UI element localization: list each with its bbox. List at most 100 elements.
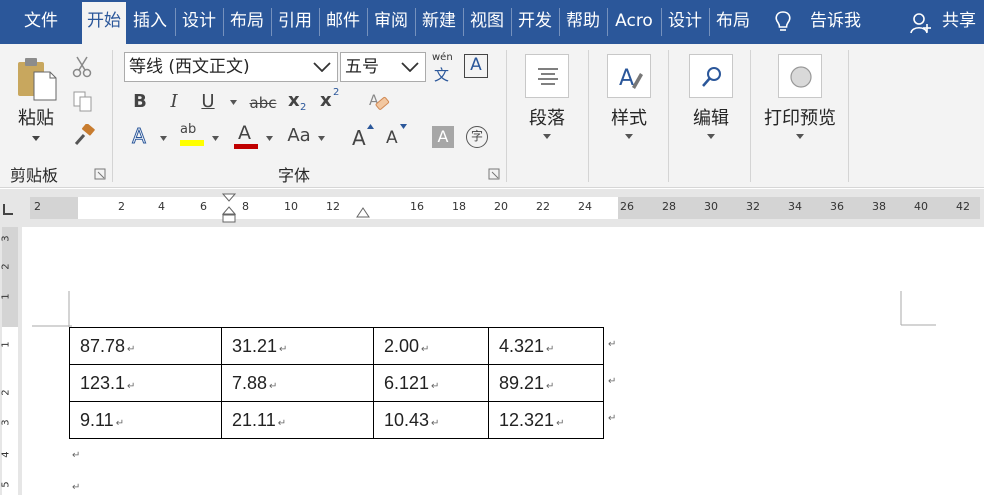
highlight-button[interactable]: ab (180, 122, 208, 148)
table-cell[interactable]: 6.121 ↵ (373, 364, 489, 402)
italic-button[interactable]: I (164, 90, 184, 114)
chevron-down-icon[interactable] (318, 136, 325, 141)
table-cell[interactable]: 87.78 ↵ (69, 327, 222, 365)
paragraph-mark: ↵ (546, 343, 555, 355)
copy-icon[interactable] (72, 90, 94, 112)
dialog-launcher-icon[interactable] (94, 168, 106, 180)
tab-layout[interactable]: 布局 (224, 6, 270, 38)
chevron-down-icon[interactable] (266, 136, 273, 141)
print-preview-button[interactable]: 打印预览 (760, 54, 840, 154)
change-case-button[interactable]: Aa (284, 124, 314, 148)
vertical-ruler-number: 1 (0, 341, 12, 348)
paragraph-mark: ↵ (277, 417, 287, 429)
ruler-number: 12 (326, 200, 340, 213)
vertical-ruler-number: 2 (0, 263, 12, 270)
print-preview-label: 打印预览 (764, 108, 836, 129)
format-painter-icon[interactable] (72, 124, 96, 148)
strikethrough-button[interactable]: abc (248, 91, 278, 115)
grow-font-a: A (352, 126, 366, 150)
chevron-down-icon[interactable] (230, 100, 237, 105)
grow-font-button[interactable]: A (352, 124, 376, 150)
table-cell[interactable]: 7.88 ↵ (221, 364, 374, 402)
font-color-button[interactable]: A (234, 122, 260, 150)
subscript-button[interactable]: x 2 (288, 90, 310, 116)
editing-button[interactable]: 编辑 (680, 54, 742, 154)
paragraph-button[interactable]: 段落 (516, 54, 578, 154)
tab-mailings[interactable]: 邮件 (320, 6, 366, 38)
horizontal-ruler[interactable]: 2 2 4 6 8 10 12 16 18 20 22 24 26 28 30 32 34 36 38 40 42 (30, 193, 980, 223)
tab-references[interactable]: 引用 (272, 6, 318, 38)
user-add-icon (910, 13, 931, 34)
tab-insert[interactable]: 插入 (128, 6, 172, 38)
underline-button[interactable]: U (198, 90, 218, 114)
chevron-down-icon[interactable] (212, 136, 219, 141)
tab-acrobat[interactable]: Acro (608, 6, 660, 38)
tab-table-design[interactable]: 设计 (662, 6, 708, 38)
table-cell[interactable]: 12.321 ↵ (488, 401, 604, 439)
character-border-button[interactable]: A (464, 54, 488, 78)
table-cell[interactable]: 10.43 ↵ (373, 401, 489, 439)
character-shading-button[interactable]: A (432, 126, 454, 148)
table-cell[interactable]: 4.321 ↵ (488, 327, 604, 365)
font-size-value: 五号 (345, 57, 379, 77)
ruler-number: 24 (578, 200, 592, 213)
ruler-number: 4 (158, 200, 165, 213)
paste-button[interactable]: 粘贴 (10, 54, 62, 150)
tab-design[interactable]: 设计 (176, 6, 222, 38)
paragraph-mark: ↵ (127, 343, 136, 355)
tab-file[interactable]: 文件 (0, 6, 82, 38)
table-cell[interactable]: 2.00 ↵ (373, 327, 489, 365)
indent-marker-icon[interactable] (222, 193, 236, 223)
table-cell[interactable]: 9.11 ↵ (69, 401, 222, 439)
phonetic-wen-bottom: 文 (434, 66, 450, 84)
table-cell[interactable]: 123.1 ↵ (69, 364, 222, 402)
tab-table-layout[interactable]: 布局 (710, 6, 756, 38)
tab-new[interactable]: 新建 (416, 6, 462, 38)
styles-button[interactable]: A 样式 (598, 54, 660, 154)
text-effects-button[interactable]: A (128, 124, 150, 149)
row-end-mark: ↵ (608, 339, 617, 350)
group-divider (750, 50, 751, 182)
tab-view[interactable]: 视图 (464, 6, 510, 38)
tab-developer[interactable]: 开发 (512, 6, 558, 38)
table-row: 123.1 ↵ 7.88 ↵ 6.121 ↵ 89.21 ↵ (69, 364, 604, 402)
vertical-ruler[interactable]: 3 2 1 1 2 3 4 5 (0, 227, 22, 495)
vertical-ruler-number: 3 (0, 235, 12, 242)
svg-text:A: A (619, 66, 634, 91)
tab-help[interactable]: 帮助 (560, 6, 606, 38)
tab-selector-icon[interactable] (2, 203, 14, 215)
ribbon-tab-bar: 文件 开始 插入 设计 布局 引用 邮件 审阅 新建 视图 开发 帮助 Acro… (0, 0, 984, 44)
ruler-number: 32 (746, 200, 760, 213)
ruler-number: 36 (830, 200, 844, 213)
chevron-down-icon (313, 62, 331, 72)
tab-home[interactable]: 开始 (82, 2, 126, 44)
document-page[interactable]: 87.78 ↵ 31.21 ↵ 2.00 ↵ 4.321 ↵ 123.1 ↵ 7.88 ↵ … (30, 227, 984, 495)
table-cell[interactable]: 21.11 ↵ (221, 401, 374, 439)
font-size-select[interactable]: 五号 (340, 52, 426, 82)
shrink-font-button[interactable]: A (386, 124, 410, 150)
chevron-down-icon[interactable] (160, 136, 167, 141)
align-lines-icon (538, 68, 558, 85)
enclose-characters-button[interactable]: 字 (466, 126, 488, 148)
right-indent-marker-icon[interactable] (356, 207, 370, 219)
group-divider (848, 50, 849, 182)
ribbon-home: 粘贴 剪贴板 等线 (西文正文) 五号 wén 文 A B I U abc x … (0, 44, 984, 188)
styles-icon-box: A (607, 54, 651, 98)
table-cell[interactable]: 89.21 ↵ (488, 364, 604, 402)
table-cell[interactable]: 31.21 ↵ (221, 327, 374, 365)
font-name-select[interactable]: 等线 (西文正文) (124, 52, 338, 82)
superscript-button[interactable]: x 2 (320, 87, 342, 116)
cell-value: 7.88 (232, 372, 268, 393)
group-divider (506, 50, 507, 182)
phonetic-guide-button[interactable]: wén 文 (432, 52, 456, 84)
data-table[interactable]: 87.78 ↵ 31.21 ↵ 2.00 ↵ 4.321 ↵ 123.1 ↵ 7.88 ↵ … (69, 327, 604, 439)
bold-button[interactable]: B (130, 90, 150, 114)
cell-value: 12.321 (499, 409, 555, 430)
paragraph-mark: ↵ (421, 343, 430, 355)
clear-formatting-icon[interactable]: A (368, 90, 390, 112)
cell-value: 9.11 (80, 409, 114, 430)
scissors-icon[interactable] (72, 56, 92, 78)
tab-review[interactable]: 审阅 (368, 6, 414, 38)
highlight-ab: ab (180, 122, 197, 137)
dialog-launcher-icon[interactable] (488, 168, 500, 180)
